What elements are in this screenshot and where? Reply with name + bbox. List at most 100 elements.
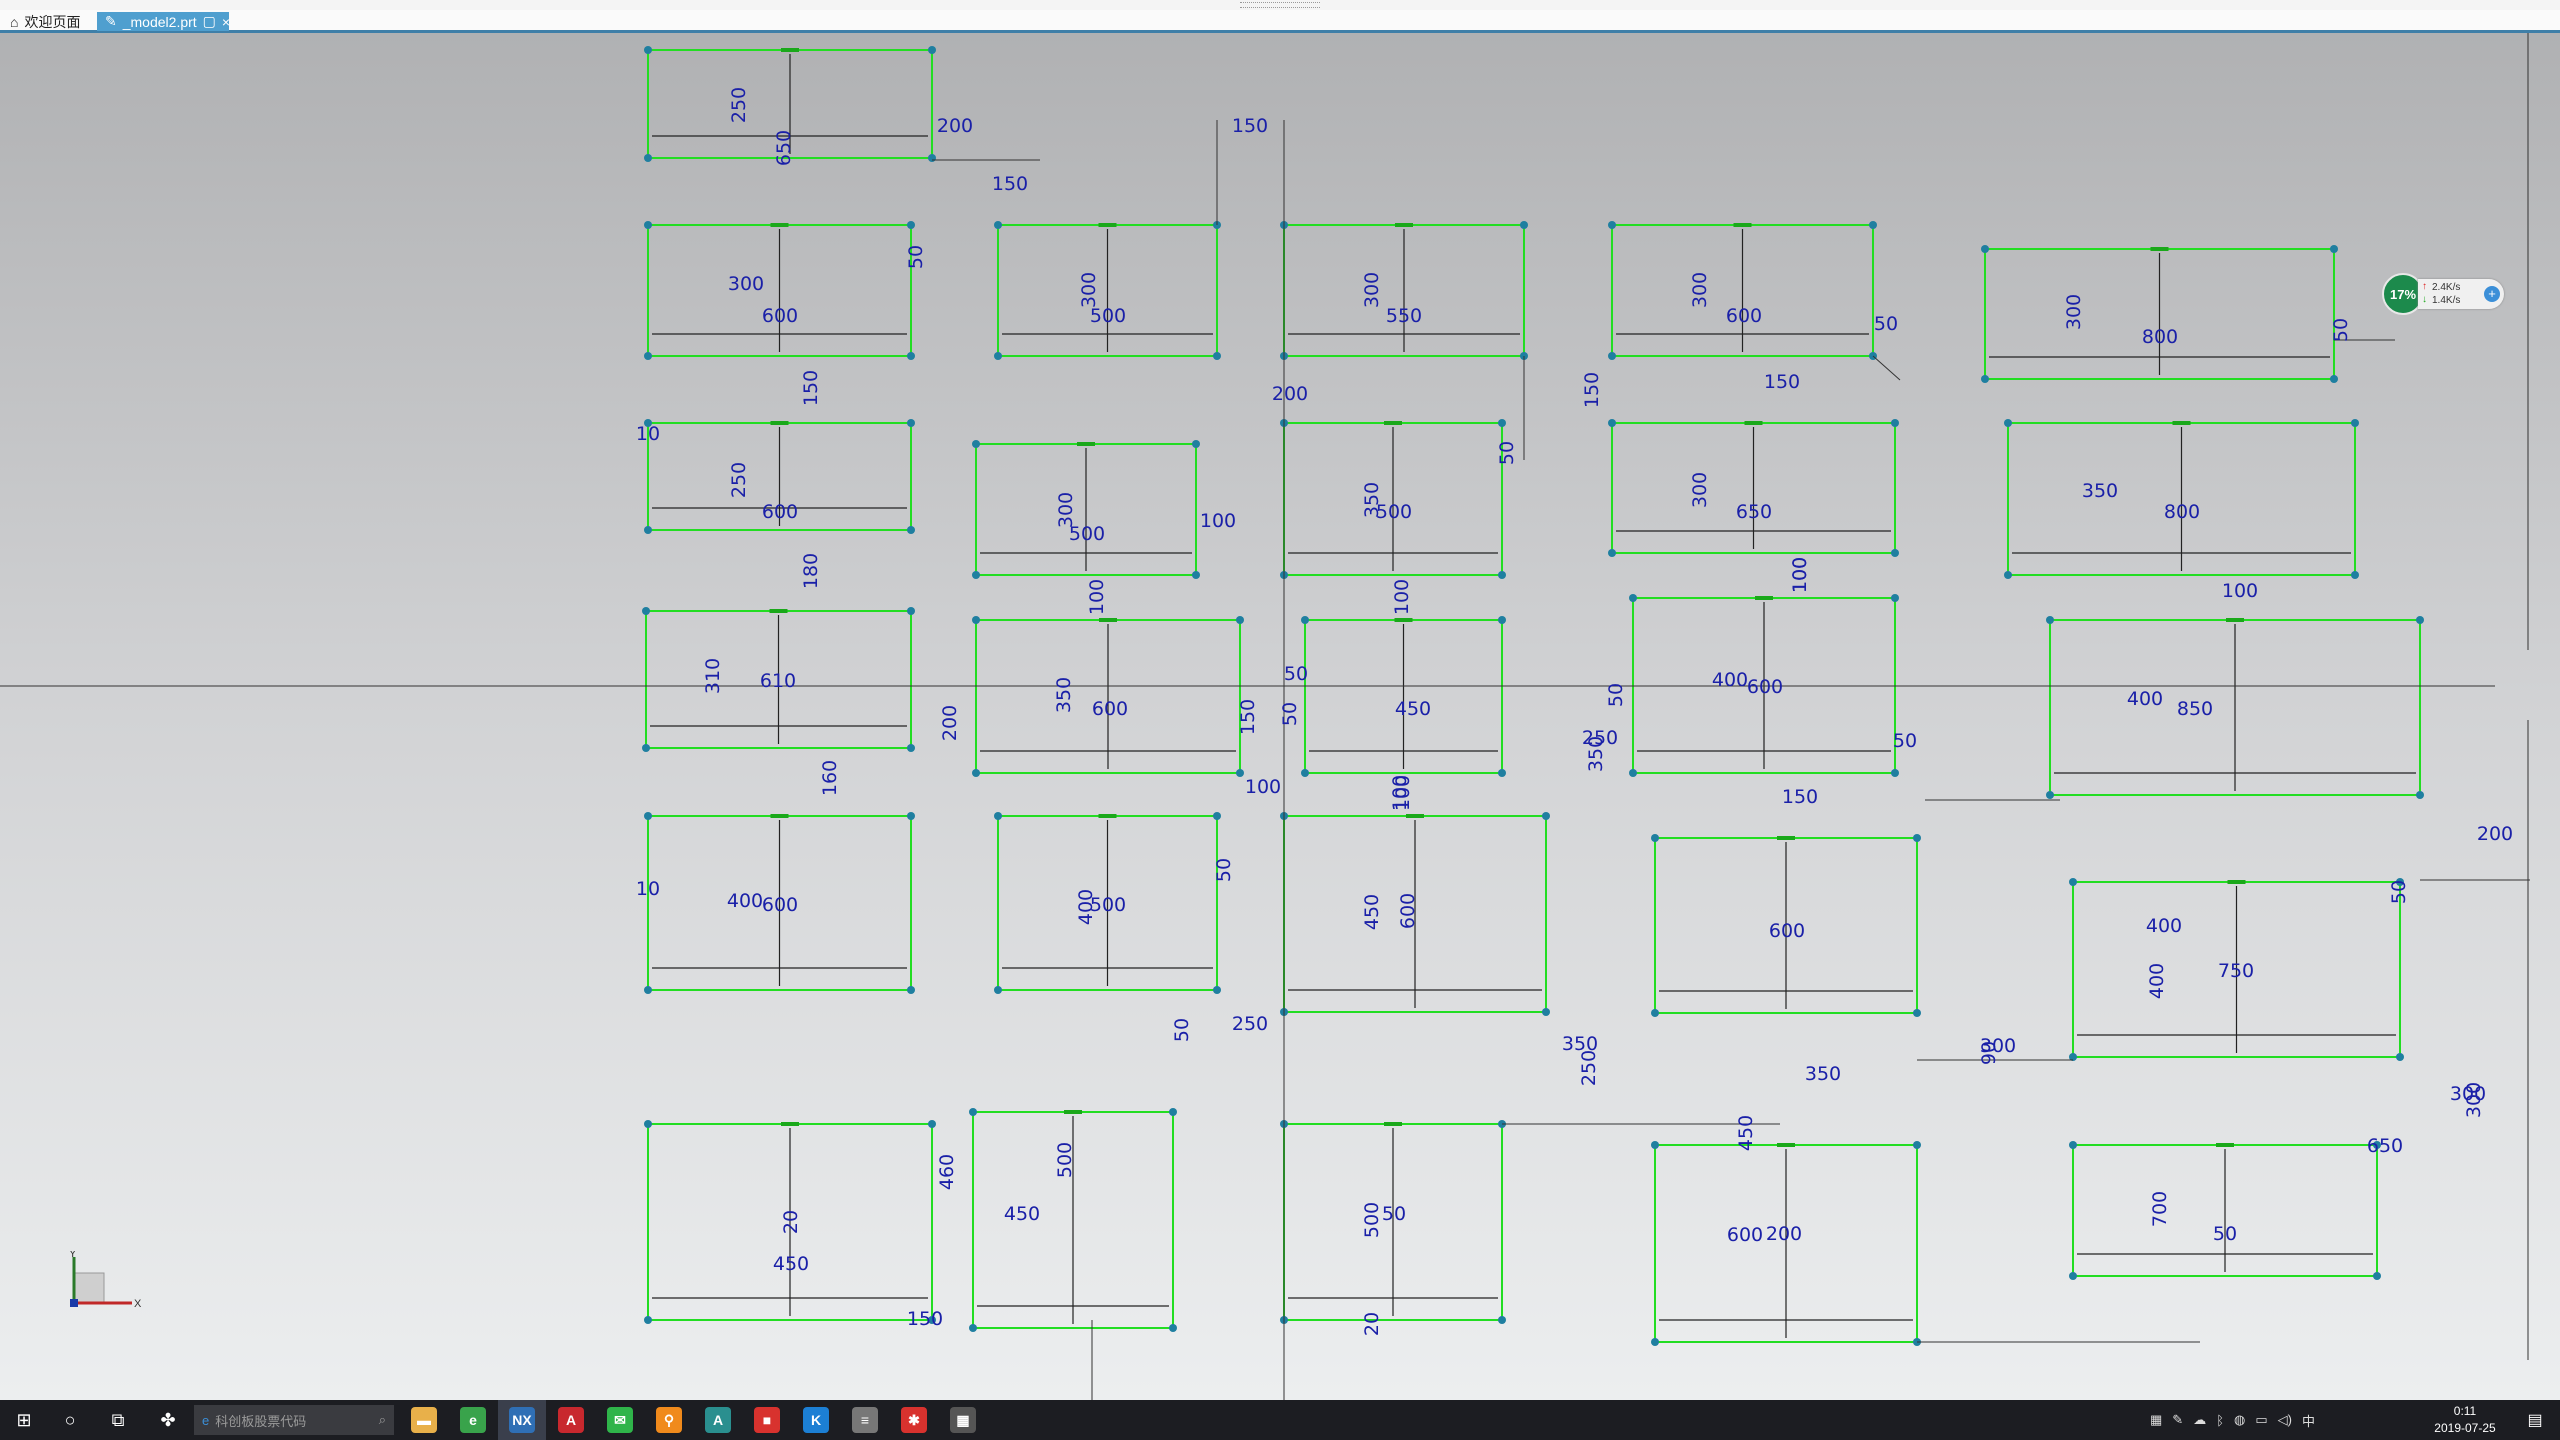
vertex-point[interactable] <box>972 571 980 579</box>
dimension-label[interactable]: 150 <box>1581 372 1603 408</box>
dimension-label[interactable]: 200 <box>1766 1223 1802 1245</box>
vertex-point[interactable] <box>1498 616 1506 624</box>
dimension-label[interactable]: 600 <box>1747 676 1783 698</box>
task-view-button[interactable]: ⧉ <box>94 1400 142 1440</box>
vertex-point[interactable] <box>1301 616 1309 624</box>
vertex-point[interactable] <box>1213 812 1221 820</box>
vertex-point[interactable] <box>1169 1324 1177 1332</box>
dimension-label[interactable]: 400 <box>1712 669 1748 691</box>
dimension-label[interactable]: 150 <box>800 370 822 406</box>
sketch-drawing[interactable]: 250650200 1501505030060030050030055030060… <box>0 33 2560 1400</box>
bluetooth-icon[interactable]: ᛒ <box>2216 1413 2224 1428</box>
dimension-label[interactable]: 200 <box>937 115 973 137</box>
dimension-label[interactable]: 650 <box>2367 1135 2403 1157</box>
dimension-label[interactable]: 500 <box>1376 501 1412 523</box>
dimension-label[interactable]: 50 <box>1171 1018 1193 1042</box>
vertex-point[interactable] <box>928 154 936 162</box>
dimension-label[interactable]: 350 <box>1585 736 1607 772</box>
dimension-label[interactable]: 600 <box>1092 698 1128 720</box>
vertex-point[interactable] <box>1608 549 1616 557</box>
vertex-point[interactable] <box>928 46 936 54</box>
cloud-icon[interactable]: ☁ <box>2193 1412 2206 1428</box>
network-icon[interactable]: ▭ <box>2255 1412 2267 1428</box>
dimension-label[interactable]: 450 <box>1004 1203 1040 1225</box>
dimension-label[interactable]: 100 <box>1789 557 1811 593</box>
vertex-point[interactable] <box>972 440 980 448</box>
dimension-label[interactable]: 200 <box>1272 383 1308 405</box>
dimension-label[interactable]: 300 <box>728 273 764 295</box>
vertex-point[interactable] <box>1869 221 1877 229</box>
dimension-label[interactable]: 50 <box>1284 663 1308 685</box>
vertex-point[interactable] <box>969 1324 977 1332</box>
dimension-label[interactable]: 500 <box>1054 1142 1076 1178</box>
vertex-point[interactable] <box>969 1108 977 1116</box>
dimension-label[interactable]: 50 <box>905 245 927 269</box>
vertex-point[interactable] <box>907 986 915 994</box>
dimension-label[interactable]: 50 <box>2388 880 2410 904</box>
vertex-point[interactable] <box>994 221 1002 229</box>
vertex-point[interactable] <box>2373 1272 2381 1280</box>
vertex-point[interactable] <box>1213 352 1221 360</box>
taskbar-clock[interactable]: 0:11 2019-07-25 <box>2420 1403 2510 1437</box>
cortana-button[interactable]: ○ <box>46 1400 94 1440</box>
dimension-label[interactable]: 100 <box>1391 579 1413 615</box>
dimension-label[interactable]: 610 <box>760 670 796 692</box>
vertex-point[interactable] <box>1542 812 1550 820</box>
vertex-point[interactable] <box>994 812 1002 820</box>
dimension-label[interactable]: 500 <box>1069 523 1105 545</box>
wechat-tray-icon[interactable]: ◍ <box>2234 1412 2245 1428</box>
dimension-label[interactable]: 300 <box>1078 272 1100 308</box>
dimension-label[interactable]: 800 <box>2164 501 2200 523</box>
dimension-label[interactable]: 850 <box>2177 698 2213 720</box>
taskbar-app-star-app[interactable]: ✱ <box>890 1400 938 1440</box>
vertex-point[interactable] <box>907 744 915 752</box>
vertex-point[interactable] <box>1542 1008 1550 1016</box>
vertex-point[interactable] <box>1236 769 1244 777</box>
vertex-point[interactable] <box>1192 571 1200 579</box>
vertex-point[interactable] <box>1629 769 1637 777</box>
vertex-point[interactable] <box>2330 245 2338 253</box>
tab-model[interactable]: ✎ _model2.prt ▢ × <box>97 12 230 31</box>
dimension-label[interactable]: 50 <box>1279 702 1301 726</box>
taskbar-app-search-tool[interactable]: ⚲ <box>645 1400 693 1440</box>
vertex-point[interactable] <box>2046 616 2054 624</box>
vertex-point[interactable] <box>1913 1141 1921 1149</box>
vertex-point[interactable] <box>1236 616 1244 624</box>
vertex-point[interactable] <box>1651 1141 1659 1149</box>
dimension-label[interactable]: 10 <box>636 423 660 445</box>
taskbar-app-red-app[interactable]: ■ <box>743 1400 791 1440</box>
dimension-label[interactable]: 700 <box>2149 1191 2171 1227</box>
vertex-point[interactable] <box>2396 1053 2404 1061</box>
dimension-label[interactable]: 20 <box>1361 1312 1383 1336</box>
taskbar-app-wechat[interactable]: ✉ <box>596 1400 644 1440</box>
ime-icon[interactable]: 中 <box>2302 1411 2315 1430</box>
keyboard-icon[interactable]: ▦ <box>2150 1412 2162 1428</box>
dimension-label[interactable]: 450 <box>1395 698 1431 720</box>
dimension-label[interactable]: 600 <box>762 894 798 916</box>
dimension-label[interactable]: 50 <box>2213 1223 2237 1245</box>
taskbar-app-360-browser[interactable]: e <box>449 1400 497 1440</box>
vertex-point[interactable] <box>907 812 915 820</box>
dimension-label[interactable]: 100 <box>1392 775 1414 811</box>
taskbar-app-file-explorer[interactable]: ▬ <box>400 1400 448 1440</box>
dimension-label[interactable]: 650 <box>1736 501 1772 523</box>
vertex-point[interactable] <box>1213 986 1221 994</box>
vertex-point[interactable] <box>994 352 1002 360</box>
vertex-point[interactable] <box>1608 221 1616 229</box>
vertex-point[interactable] <box>1981 375 1989 383</box>
dimension-label[interactable]: 400 <box>2146 963 2168 999</box>
dimension-label[interactable]: 800 <box>2142 326 2178 348</box>
dimension-label[interactable]: 150 <box>1782 786 1818 808</box>
vertex-point[interactable] <box>2004 571 2012 579</box>
vertex-point[interactable] <box>1891 549 1899 557</box>
vertex-point[interactable] <box>1498 571 1506 579</box>
vertex-point[interactable] <box>2416 616 2424 624</box>
vertex-point[interactable] <box>1891 594 1899 602</box>
dimension-label[interactable]: 400 <box>2127 688 2163 710</box>
vertex-point[interactable] <box>2046 791 2054 799</box>
tab-welcome[interactable]: ⌂ 欢迎页面 <box>2 12 90 31</box>
vertex-point[interactable] <box>644 812 652 820</box>
dimension-label[interactable]: 450 <box>773 1253 809 1275</box>
vertex-point[interactable] <box>644 526 652 534</box>
dimension-label[interactable]: 400 <box>727 890 763 912</box>
